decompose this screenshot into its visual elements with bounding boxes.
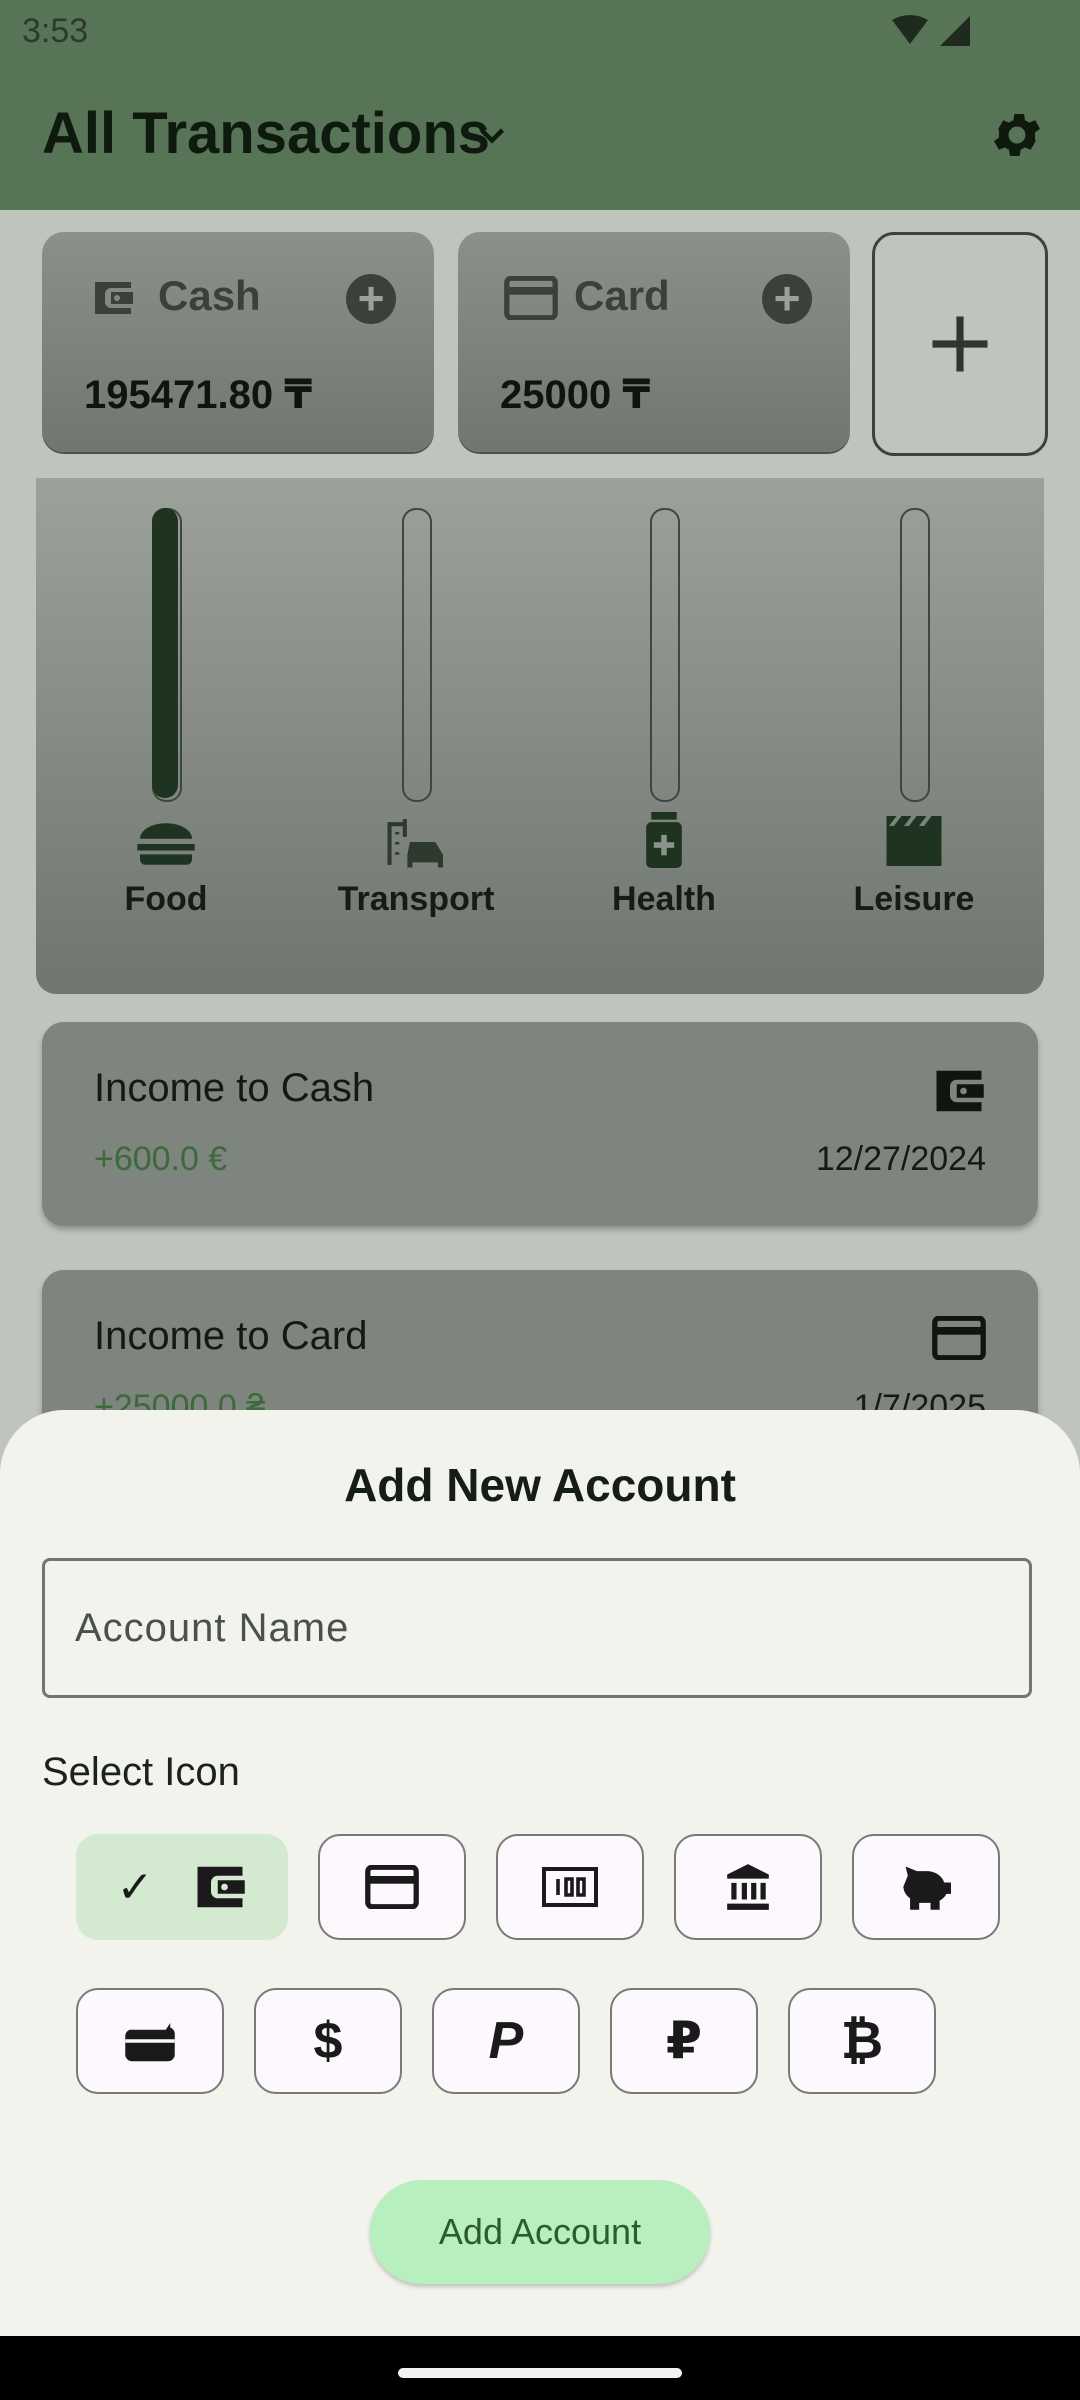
account-balance: 195471.80 ₸	[84, 373, 313, 417]
budget-bar-transport	[402, 508, 432, 802]
category-label: Transport	[337, 880, 495, 918]
icon-option-purse[interactable]	[76, 1988, 224, 2094]
budget-bar-food	[152, 508, 182, 802]
account-name-field[interactable]	[42, 1558, 1032, 1698]
medicine-icon	[646, 812, 682, 868]
purse-icon	[125, 2023, 175, 2062]
page-title[interactable]: All Transactions	[42, 100, 490, 167]
transaction-title: Income to Cash	[94, 1066, 375, 1110]
account-name: Card	[574, 272, 670, 319]
add-account-sheet: Add New Account Select Icon ✓	[0, 1410, 1080, 2336]
account-card-cash[interactable]: Cash + 195471.80 ₸	[42, 232, 434, 452]
app-bar: All Transactions	[0, 70, 1080, 210]
transaction-date: 12/27/2024	[815, 1140, 986, 1178]
add-account-button[interactable]: Add Account	[370, 2180, 710, 2284]
icon-option-wallet[interactable]: ✓	[76, 1834, 288, 1940]
icon-option-bitcoin[interactable]: ₿	[788, 1988, 936, 2094]
bitcoin-icon: ₿	[840, 2012, 884, 2070]
icon-option-ruble[interactable]: ₽	[610, 1988, 758, 2094]
transaction-title: Income to Card	[94, 1314, 368, 1358]
add-account-tile[interactable]	[872, 232, 1048, 456]
status-time: 3:53	[22, 12, 89, 50]
plus-icon	[932, 316, 988, 372]
home-gesture-handle[interactable]	[398, 2368, 682, 2378]
account-name: Cash	[158, 272, 261, 319]
budget-card: Food Transport Health Leisure	[36, 478, 1044, 994]
wallet-icon	[936, 1070, 984, 1112]
icon-option-dollar[interactable]: $	[254, 1988, 402, 2094]
navigation-bar	[0, 2336, 1080, 2400]
burger-icon	[137, 823, 195, 865]
category-label: Leisure	[853, 880, 975, 918]
budget-bar-leisure	[900, 508, 930, 802]
wallet-icon	[95, 282, 133, 314]
signal-icon	[940, 16, 970, 46]
account-balance: 25000 ₸	[500, 373, 651, 417]
credit-card-icon	[365, 1865, 419, 1909]
city-car-icon	[387, 819, 443, 868]
wallet-icon	[197, 1866, 246, 1908]
icon-option-bank[interactable]	[674, 1834, 822, 1940]
icon-option-piggy-bank[interactable]	[852, 1834, 1000, 1940]
add-to-account-button[interactable]: +	[346, 274, 396, 324]
category-label: Health	[612, 880, 716, 918]
icon-option-card[interactable]	[318, 1834, 466, 1940]
add-to-account-button[interactable]: +	[762, 274, 812, 324]
sheet-title: Add New Account	[344, 1459, 736, 1511]
status-bar: 3:53	[0, 0, 1080, 70]
banknote-icon	[542, 1867, 598, 1907]
bank-icon	[727, 1864, 769, 1910]
category-label: Food	[124, 880, 208, 918]
dollar-icon: $	[313, 2012, 343, 2070]
budget-bar-health	[650, 508, 680, 802]
budget-bar-fill	[152, 508, 178, 798]
icon-option-banknote[interactable]	[496, 1834, 644, 1940]
credit-card-icon	[932, 1316, 986, 1360]
piggy-bank-icon	[903, 1866, 951, 1910]
transaction-amount: +600.0 €	[94, 1140, 228, 1178]
chevron-down-icon[interactable]	[474, 118, 510, 154]
account-card-card[interactable]: Card + 25000 ₸	[458, 232, 850, 452]
transaction-card[interactable]: Income to Cash +600.0 € 12/27/2024	[42, 1022, 1038, 1226]
select-icon-label: Select Icon	[42, 1750, 240, 1794]
check-icon: ✓	[116, 1862, 154, 1912]
gear-icon[interactable]	[988, 106, 1046, 164]
paypal-icon: P	[488, 2012, 524, 2070]
ruble-icon: ₽	[665, 2012, 703, 2070]
credit-card-icon	[504, 276, 558, 320]
icon-option-paypal[interactable]: P	[432, 1988, 580, 2094]
clapperboard-icon	[886, 816, 942, 866]
